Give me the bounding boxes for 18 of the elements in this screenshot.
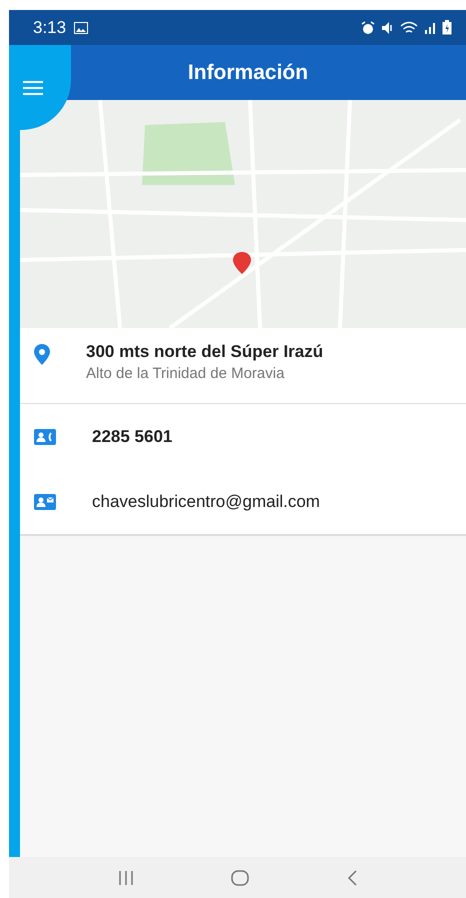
alarm-icon [361, 20, 375, 34]
back-icon[interactable] [347, 870, 358, 886]
phone-number: 2285 5601 [92, 426, 172, 446]
contact-card-phone-icon [34, 428, 56, 444]
location-pin-icon [34, 344, 50, 365]
email-address: chaveslubricentro@gmail.com [92, 492, 320, 512]
address-line: 300 mts norte del Súper Irazú [86, 342, 324, 362]
image-icon [74, 22, 88, 34]
address-detail: Alto de la Trinidad de Moravia [86, 365, 286, 382]
contact-card-mail-icon [34, 494, 56, 510]
signal-icon [424, 22, 436, 34]
menu-icon [23, 81, 43, 95]
recent-apps-icon[interactable] [118, 870, 134, 884]
home-icon[interactable] [231, 870, 250, 886]
battery-icon [442, 20, 452, 35]
wifi-icon [400, 20, 418, 34]
status-time: 3:13 [33, 18, 66, 38]
app-bar-title: Información [188, 60, 308, 84]
